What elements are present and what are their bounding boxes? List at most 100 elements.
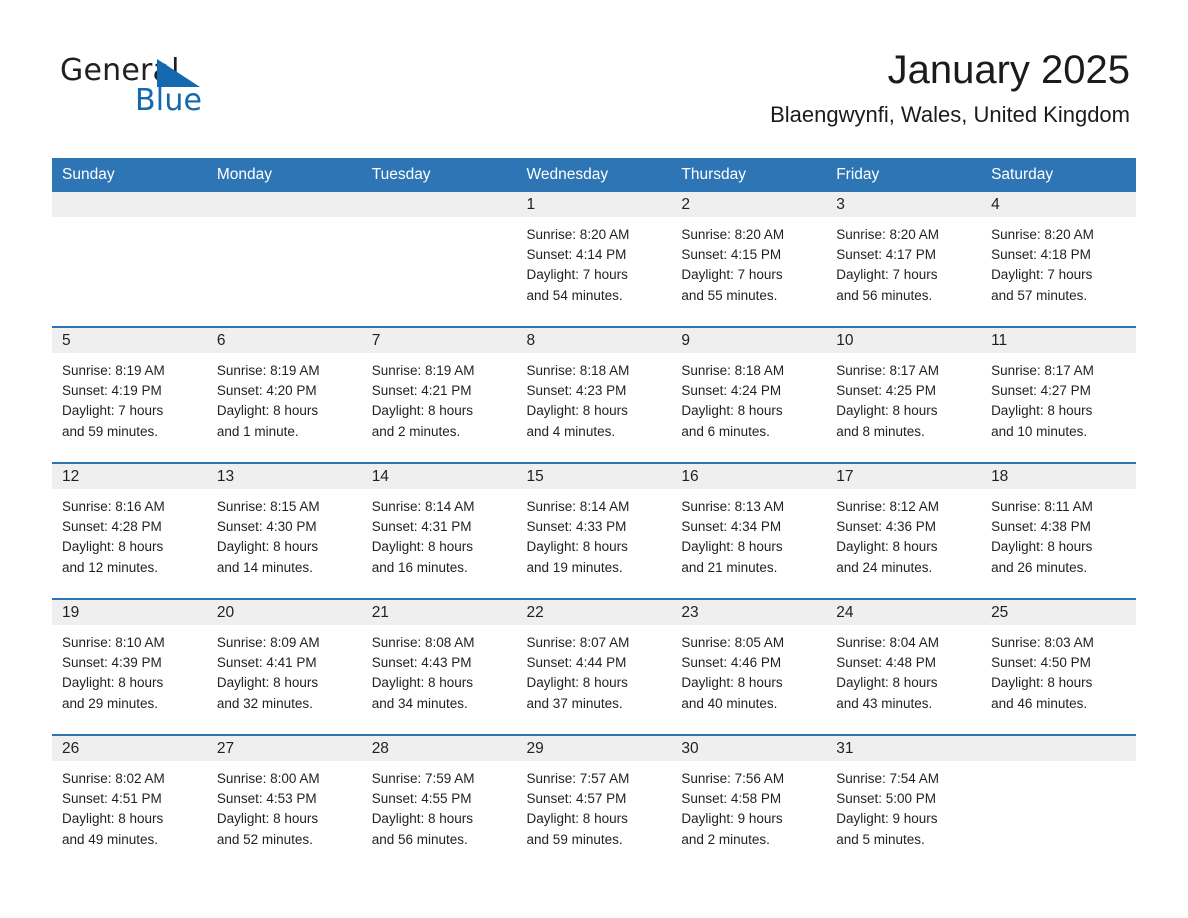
calendar-day-cell[interactable]: 16 Sunrise: 8:13 AM Sunset: 4:34 PM Dayligh… bbox=[671, 462, 827, 599]
daylight-text: Daylight: 8 hours bbox=[371, 403, 473, 419]
day-details: Sunrise: 8:09 AM Sunset: 4:41 PM Daylight:… bbox=[206, 625, 362, 734]
sunset-text: Sunset: 4:24 PM bbox=[681, 383, 782, 399]
daylight-text: and 54 minutes. bbox=[526, 287, 623, 303]
calendar-day-cell[interactable]: 29 Sunrise: 7:57 AM Sunset: 4:57 PM Dayligh… bbox=[516, 734, 672, 870]
sunrise-text: Sunrise: 8:18 AM bbox=[526, 363, 630, 378]
sunset-text: Sunset: 4:14 PM bbox=[526, 247, 627, 263]
weekday-header-thursday: Thursday bbox=[671, 158, 827, 192]
daylight-text: and 14 minutes. bbox=[216, 559, 313, 575]
sunrise-text: Sunrise: 8:17 AM bbox=[991, 363, 1094, 378]
daylight-text: Daylight: 8 hours bbox=[216, 675, 319, 691]
day-number: 16 bbox=[671, 464, 827, 489]
day-details: Sunrise: 8:16 AM Sunset: 4:28 PM Daylight:… bbox=[52, 489, 207, 598]
sunrise-text: Sunrise: 8:19 AM bbox=[216, 363, 320, 378]
sunset-text: Sunset: 4:30 PM bbox=[216, 519, 317, 535]
day-number: 18 bbox=[981, 464, 1136, 489]
sunrise-text: Sunrise: 7:54 AM bbox=[836, 771, 940, 786]
calendar-week-row: 12 Sunrise: 8:16 AM Sunset: 4:28 PM Dayligh… bbox=[52, 462, 1136, 599]
daylight-text: and 52 minutes. bbox=[216, 831, 313, 847]
daylight-text: and 49 minutes. bbox=[62, 831, 159, 847]
calendar-day-cell[interactable]: 12 Sunrise: 8:16 AM Sunset: 4:28 PM Dayligh… bbox=[52, 462, 207, 599]
calendar-day-cell[interactable]: 21 Sunrise: 8:08 AM Sunset: 4:43 PM Dayligh… bbox=[361, 598, 517, 735]
calendar-day-cell[interactable]: 7 Sunrise: 8:19 AM Sunset: 4:21 PM Daylight… bbox=[361, 326, 517, 463]
day-number: 22 bbox=[516, 600, 672, 625]
calendar-day-cell[interactable]: 8 Sunrise: 8:18 AM Sunset: 4:23 PM Daylight… bbox=[516, 326, 672, 463]
brand-logo[interactable]: General Blue bbox=[60, 54, 320, 134]
daylight-text: and 5 minutes. bbox=[836, 831, 925, 847]
weekday-header-sunday: Sunday bbox=[52, 158, 207, 192]
calendar-day-cell[interactable]: 1 Sunrise: 8:20 AM Sunset: 4:14 PM Daylight… bbox=[516, 192, 672, 327]
daylight-text: and 1 minute. bbox=[216, 423, 299, 439]
calendar-day-cell[interactable]: 3 Sunrise: 8:20 AM Sunset: 4:17 PM Daylight… bbox=[826, 192, 982, 327]
day-number: 4 bbox=[981, 192, 1136, 217]
day-number: 1 bbox=[516, 192, 672, 217]
sunrise-text: Sunrise: 7:57 AM bbox=[526, 771, 630, 786]
calendar-day-cell[interactable]: 28 Sunrise: 7:59 AM Sunset: 4:55 PM Dayligh… bbox=[361, 734, 517, 870]
sunset-text: Sunset: 4:57 PM bbox=[526, 791, 627, 807]
daylight-text: Daylight: 7 hours bbox=[62, 403, 164, 419]
day-details: Sunrise: 8:20 AM Sunset: 4:14 PM Daylight:… bbox=[516, 217, 672, 326]
sunset-text: Sunset: 4:15 PM bbox=[681, 247, 782, 263]
calendar-day-cell[interactable]: 5 Sunrise: 8:19 AM Sunset: 4:19 PM Daylight… bbox=[52, 326, 207, 463]
calendar-day-cell[interactable]: 13 Sunrise: 8:15 AM Sunset: 4:30 PM Dayligh… bbox=[206, 462, 362, 599]
calendar-day-cell[interactable]: 17 Sunrise: 8:12 AM Sunset: 4:36 PM Dayligh… bbox=[826, 462, 982, 599]
daylight-text: Daylight: 8 hours bbox=[991, 675, 1093, 691]
calendar-day-cell[interactable]: 25 Sunrise: 8:03 AM Sunset: 4:50 PM Dayligh… bbox=[981, 598, 1136, 735]
calendar-day-cell[interactable]: 9 Sunrise: 8:18 AM Sunset: 4:24 PM Daylight… bbox=[671, 326, 827, 463]
day-details: Sunrise: 8:10 AM Sunset: 4:39 PM Daylight:… bbox=[52, 625, 207, 734]
weekday-header-tuesday: Tuesday bbox=[361, 158, 517, 192]
calendar-day-cell[interactable]: 10 Sunrise: 8:17 AM Sunset: 4:25 PM Dayligh… bbox=[826, 326, 982, 463]
calendar-day-cell[interactable]: 27 Sunrise: 8:00 AM Sunset: 4:53 PM Dayligh… bbox=[206, 734, 362, 870]
calendar-day-cell[interactable]: 24 Sunrise: 8:04 AM Sunset: 4:48 PM Dayligh… bbox=[826, 598, 982, 735]
page-header: General Blue January 2025 Blaengwynfi, W… bbox=[52, 44, 1136, 148]
daylight-text: and 6 minutes. bbox=[681, 423, 770, 439]
title-block: January 2025 Blaengwynfi, Wales, United … bbox=[770, 44, 1130, 130]
calendar-day-cell[interactable]: 20 Sunrise: 8:09 AM Sunset: 4:41 PM Dayligh… bbox=[206, 598, 362, 735]
daylight-text: Daylight: 8 hours bbox=[991, 539, 1093, 555]
calendar-day-cell[interactable]: 6 Sunrise: 8:19 AM Sunset: 4:20 PM Daylight… bbox=[206, 326, 362, 463]
day-number: 25 bbox=[981, 600, 1136, 625]
calendar-day-cell[interactable]: 19 Sunrise: 8:10 AM Sunset: 4:39 PM Dayligh… bbox=[52, 598, 207, 735]
calendar-week-row: 5 Sunrise: 8:19 AM Sunset: 4:19 PM Daylight… bbox=[52, 326, 1136, 463]
daylight-text: and 37 minutes. bbox=[526, 695, 623, 711]
calendar-page: General Blue January 2025 Blaengwynfi, W… bbox=[0, 0, 1188, 918]
calendar-day-cell[interactable]: 11 Sunrise: 8:17 AM Sunset: 4:27 PM Dayligh… bbox=[981, 326, 1136, 463]
calendar-day-cell[interactable]: 26 Sunrise: 8:02 AM Sunset: 4:51 PM Dayligh… bbox=[52, 734, 207, 870]
location-subtitle: Blaengwynfi, Wales, United Kingdom bbox=[770, 102, 1130, 127]
daylight-text: and 43 minutes. bbox=[836, 695, 933, 711]
sunrise-text: Sunrise: 8:16 AM bbox=[62, 499, 165, 514]
calendar-day-cell[interactable]: 23 Sunrise: 8:05 AM Sunset: 4:46 PM Dayligh… bbox=[671, 598, 827, 735]
calendar-day-cell[interactable]: 18 Sunrise: 8:11 AM Sunset: 4:38 PM Dayligh… bbox=[981, 462, 1136, 599]
daylight-text: and 55 minutes. bbox=[681, 287, 778, 303]
sunrise-text: Sunrise: 8:07 AM bbox=[526, 635, 630, 650]
sunrise-text: Sunrise: 8:08 AM bbox=[371, 635, 475, 650]
daylight-text: Daylight: 7 hours bbox=[836, 267, 938, 283]
page-title: January 2025 bbox=[887, 48, 1130, 92]
sunrise-text: Sunrise: 7:59 AM bbox=[371, 771, 475, 786]
day-number: 11 bbox=[981, 328, 1136, 353]
calendar-day-cell[interactable]: 15 Sunrise: 8:14 AM Sunset: 4:33 PM Dayligh… bbox=[516, 462, 672, 599]
daylight-text: Daylight: 8 hours bbox=[216, 539, 319, 555]
daylight-text: and 21 minutes. bbox=[681, 559, 778, 575]
sunset-text: Sunset: 4:23 PM bbox=[526, 383, 627, 399]
daylight-text: and 4 minutes. bbox=[526, 423, 616, 439]
calendar-day-cell[interactable]: 22 Sunrise: 8:07 AM Sunset: 4:44 PM Dayligh… bbox=[516, 598, 672, 735]
day-number bbox=[206, 192, 362, 217]
calendar-day-cell[interactable]: 14 Sunrise: 8:14 AM Sunset: 4:31 PM Dayligh… bbox=[361, 462, 517, 599]
calendar-day-cell[interactable]: 4 Sunrise: 8:20 AM Sunset: 4:18 PM Daylight… bbox=[981, 192, 1136, 327]
daylight-text: Daylight: 9 hours bbox=[836, 811, 938, 827]
weekday-header-friday: Friday bbox=[826, 158, 982, 192]
calendar-day-cell[interactable]: 2 Sunrise: 8:20 AM Sunset: 4:15 PM Daylight… bbox=[671, 192, 827, 327]
sunset-text: Sunset: 4:20 PM bbox=[216, 383, 317, 399]
day-details: Sunrise: 8:18 AM Sunset: 4:23 PM Daylight:… bbox=[516, 353, 672, 462]
sunrise-text: Sunrise: 8:20 AM bbox=[991, 227, 1094, 242]
day-details bbox=[52, 217, 207, 326]
sunset-text: Sunset: 4:58 PM bbox=[681, 791, 782, 807]
calendar-body: 1 Sunrise: 8:20 AM Sunset: 4:14 PM Daylight… bbox=[52, 192, 1136, 870]
sunrise-text: Sunrise: 8:13 AM bbox=[681, 499, 785, 514]
day-number: 23 bbox=[671, 600, 827, 625]
calendar-day-cell[interactable]: 31 Sunrise: 7:54 AM Sunset: 5:00 PM Dayligh… bbox=[826, 734, 982, 870]
day-details: Sunrise: 8:19 AM Sunset: 4:21 PM Daylight:… bbox=[361, 353, 517, 462]
calendar-day-cell[interactable]: 30 Sunrise: 7:56 AM Sunset: 4:58 PM Dayligh… bbox=[671, 734, 827, 870]
weekday-header-wednesday: Wednesday bbox=[516, 158, 672, 192]
